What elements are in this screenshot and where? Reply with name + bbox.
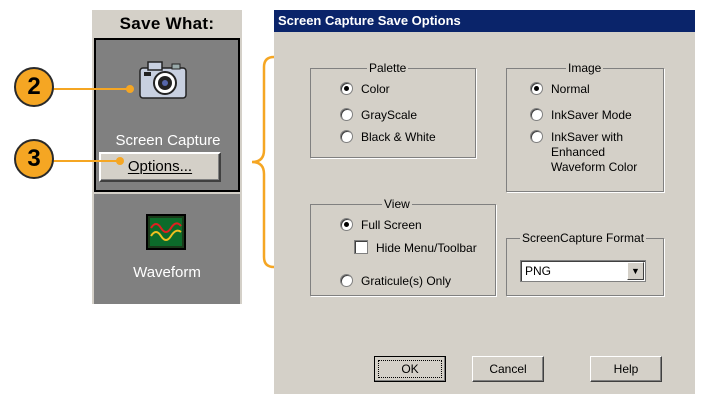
image-inksaver-enhanced-label-2: Enhanced (551, 145, 606, 159)
palette-grayscale-radio[interactable]: GrayScale (340, 108, 417, 122)
image-normal-label: Normal (551, 82, 590, 96)
radio-icon (340, 108, 353, 121)
image-inksaver-enhanced-label-3: Waveform Color (551, 160, 638, 174)
format-select[interactable]: PNG ▼ (520, 260, 646, 282)
image-inksaver-radio[interactable]: InkSaver Mode (530, 108, 632, 122)
image-inksaver-enhanced-radio[interactable]: InkSaver with (530, 130, 623, 144)
ok-button[interactable]: OK (374, 356, 446, 382)
callout-3-line (50, 160, 120, 162)
callout-3-dot (116, 157, 124, 165)
dialog-title: Screen Capture Save Options (274, 10, 695, 32)
save-what-header: Save What: (119, 14, 215, 33)
callout-2-badge: 2 (14, 67, 54, 107)
radio-icon (530, 130, 543, 143)
view-fullscreen-radio[interactable]: Full Screen (340, 218, 422, 232)
waveform-label: Waveform (133, 264, 201, 281)
hide-menu-toolbar-label: Hide Menu/Toolbar (376, 241, 477, 255)
view-label: View (382, 197, 412, 211)
options-button-label: Options... (127, 158, 193, 175)
chevron-down-icon[interactable]: ▼ (627, 262, 644, 280)
callout-3-badge: 3 (14, 139, 54, 179)
callout-2-line (50, 88, 130, 90)
cancel-button[interactable]: Cancel (472, 356, 544, 382)
ok-button-label: OK (378, 360, 442, 378)
help-button[interactable]: Help (590, 356, 662, 382)
radio-selected-icon (530, 82, 543, 95)
radio-icon (530, 108, 543, 121)
palette-color-label: Color (361, 82, 390, 96)
checkbox-icon (354, 240, 368, 254)
image-inksaver-enhanced-label-1: InkSaver with (551, 130, 624, 144)
save-what-panel: Save What: Screen Capture Options... Wav… (92, 10, 242, 304)
palette-bw-radio[interactable]: Black & White (340, 130, 436, 144)
palette-bw-label: Black & White (361, 130, 436, 144)
screen-capture-save-options-dialog: Screen Capture Save Options Palette Colo… (274, 10, 695, 394)
view-graticule-label: Graticule(s) Only (361, 274, 452, 288)
radio-selected-icon (340, 218, 353, 231)
radio-selected-icon (340, 82, 353, 95)
image-normal-radio[interactable]: Normal (530, 82, 590, 96)
waveform-tile[interactable]: Waveform (94, 194, 240, 304)
bracket-icon (251, 55, 275, 269)
screen-capture-label: Screen Capture (115, 132, 221, 149)
camera-icon (139, 61, 187, 99)
palette-label: Palette (367, 61, 409, 75)
image-label: Image (566, 61, 604, 75)
waveform-icon (146, 214, 186, 250)
callout-2-dot (126, 85, 134, 93)
radio-icon (340, 274, 353, 287)
palette-color-radio[interactable]: Color (340, 82, 390, 96)
view-graticule-radio[interactable]: Graticule(s) Only (340, 274, 451, 288)
palette-grayscale-label: GrayScale (361, 108, 418, 122)
view-fullscreen-label: Full Screen (361, 218, 422, 232)
format-label: ScreenCapture Format (520, 231, 647, 245)
hide-menu-toolbar-checkbox[interactable]: Hide Menu/Toolbar (354, 240, 477, 255)
image-inksaver-label: InkSaver Mode (551, 108, 632, 122)
radio-icon (340, 130, 353, 143)
